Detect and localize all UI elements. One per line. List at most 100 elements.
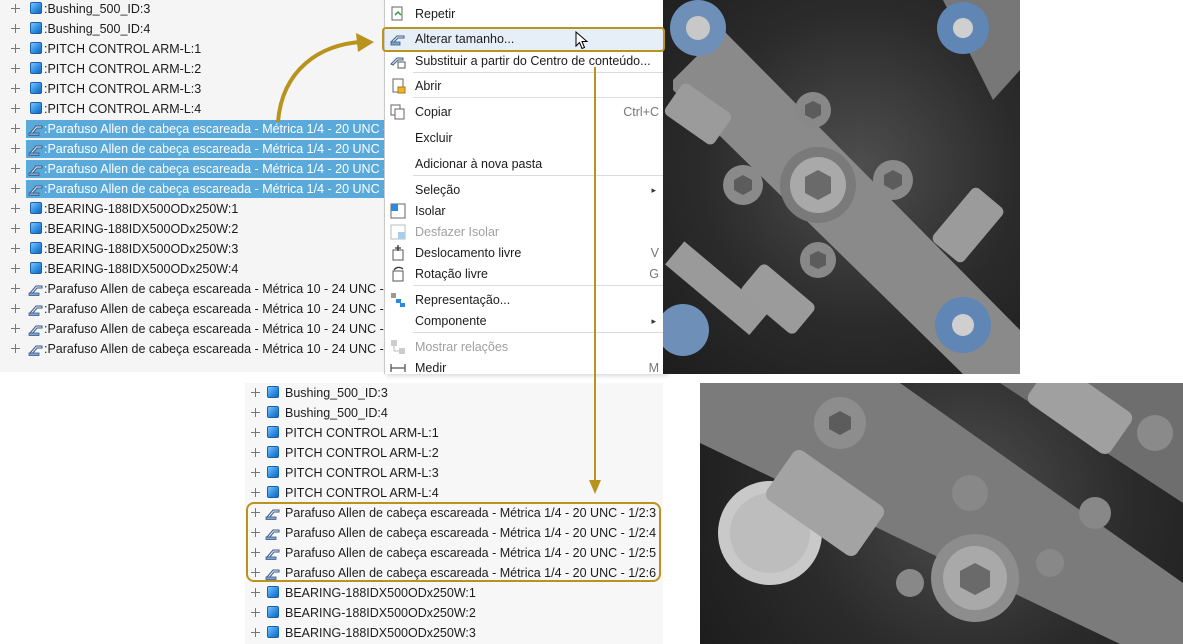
browser-row[interactable]: BEARING-188IDX500ODx250W:2 xyxy=(245,603,663,623)
browser-row[interactable]: :BEARING-188IDX500ODx250W:3 xyxy=(0,239,386,259)
menu-item-isolar[interactable]: Isolar xyxy=(385,200,665,222)
browser-row[interactable]: :Parafuso Allen de cabeça escareada - Mé… xyxy=(0,299,386,319)
expand-plus-icon[interactable] xyxy=(11,304,20,313)
browser-row[interactable]: Bushing_500_ID:3 xyxy=(245,383,663,403)
expand-plus-icon[interactable] xyxy=(251,608,260,617)
browser-row[interactable]: PITCH CONTROL ARM-L:4 xyxy=(245,483,663,503)
browser-row[interactable]: :PITCH CONTROL ARM-L:4 xyxy=(0,99,386,119)
browser-row[interactable]: :BEARING-188IDX500ODx250W:1 xyxy=(0,199,386,219)
bottom-3d-viewport[interactable] xyxy=(700,383,1183,644)
expand-plus-icon[interactable] xyxy=(11,204,20,213)
context-menu: Repetir Alterar tamanho... Substituir a pa… xyxy=(384,0,666,375)
menu-item-repetir[interactable]: Repetir xyxy=(385,3,665,25)
expand-plus-icon[interactable] xyxy=(251,628,260,637)
browser-row[interactable]: :Bushing_500_ID:4 xyxy=(0,19,386,39)
menu-item-medir[interactable]: Medir M xyxy=(385,357,665,379)
browser-row[interactable]: :Parafuso Allen de cabeça escareada - Mé… xyxy=(0,279,386,299)
expand-plus-icon[interactable] xyxy=(11,224,20,233)
expand-plus-icon[interactable] xyxy=(251,408,260,417)
part-icon xyxy=(30,222,42,234)
browser-row[interactable]: :Bushing_500_ID:3 xyxy=(0,0,386,19)
browser-row[interactable]: :Parafuso Allen de cabeça escareada - Mé… xyxy=(0,339,386,359)
browser-row[interactable]: :Parafuso Allen de cabeça escareada - Mé… xyxy=(0,139,386,159)
expand-plus-icon[interactable] xyxy=(251,488,260,497)
part-icon xyxy=(267,406,279,418)
expand-plus-icon[interactable] xyxy=(251,588,260,597)
browser-row-label: :Parafuso Allen de cabeça escareada - Mé… xyxy=(44,122,386,136)
undo-isolate-icon xyxy=(390,224,406,240)
browser-row-label: PITCH CONTROL ARM-L:2 xyxy=(285,446,439,460)
browser-row[interactable]: BEARING-188IDX500ODx250W:1 xyxy=(245,583,663,603)
browser-row-label: PITCH CONTROL ARM-L:4 xyxy=(285,486,439,500)
part-icon xyxy=(267,446,279,458)
browser-row[interactable]: PITCH CONTROL ARM-L:3 xyxy=(245,463,663,483)
browser-row[interactable]: PITCH CONTROL ARM-L:1 xyxy=(245,423,663,443)
resized-rows-highlight-frame xyxy=(246,502,661,582)
browser-row[interactable]: :Parafuso Allen de cabeça escareada - Mé… xyxy=(0,319,386,339)
part-icon xyxy=(30,42,42,54)
expand-plus-icon[interactable] xyxy=(11,344,20,353)
menu-item-excluir[interactable]: Excluir xyxy=(385,127,665,149)
browser-row[interactable]: :PITCH CONTROL ARM-L:3 xyxy=(0,79,386,99)
expand-plus-icon[interactable] xyxy=(11,164,20,173)
browser-row[interactable]: :Parafuso Allen de cabeça escareada - Mé… xyxy=(0,159,386,179)
menu-item-adicionar-a-nova-pasta[interactable]: Adicionar à nova pasta xyxy=(385,153,665,175)
expand-plus-icon[interactable] xyxy=(11,144,20,153)
menu-item-highlight-frame xyxy=(382,27,665,52)
part-icon xyxy=(267,586,279,598)
expand-plus-icon[interactable] xyxy=(251,448,260,457)
expand-plus-icon[interactable] xyxy=(11,44,20,53)
browser-row-label: :PITCH CONTROL ARM-L:3 xyxy=(44,82,202,96)
menu-item-componente[interactable]: Componente ▸ xyxy=(385,310,665,332)
expand-plus-icon[interactable] xyxy=(11,264,20,273)
browser-row[interactable]: BEARING-188IDX500ODx250W:3 xyxy=(245,623,663,643)
expand-plus-icon[interactable] xyxy=(11,244,20,253)
browser-row[interactable]: :BEARING-188IDX500ODx250W:4 xyxy=(0,259,386,279)
screw-head-2 xyxy=(952,475,988,511)
assembly-top-view-image xyxy=(663,0,1020,374)
expand-plus-icon[interactable] xyxy=(251,428,260,437)
top-3d-viewport[interactable] xyxy=(663,0,1020,374)
copy-icon xyxy=(390,104,406,120)
menu-item-representacao[interactable]: Representação... xyxy=(385,289,665,311)
browser-row[interactable]: PITCH CONTROL ARM-L:2 xyxy=(245,443,663,463)
expand-plus-icon[interactable] xyxy=(11,284,20,293)
menu-item-label: Deslocamento livre xyxy=(415,246,522,260)
expand-plus-icon[interactable] xyxy=(11,324,20,333)
browser-row[interactable]: :BEARING-188IDX500ODx250W:2 xyxy=(0,219,386,239)
bearing-top-left-inner xyxy=(686,16,710,40)
part-icon xyxy=(30,262,42,274)
browser-row-label: Bushing_500_ID:3 xyxy=(285,386,388,400)
expand-plus-icon[interactable] xyxy=(11,4,20,13)
menu-item-desfazer-isolar[interactable]: Desfazer Isolar xyxy=(385,221,665,243)
menu-item-substituir-a-partir-do-centro-de-conteudo[interactable]: Substituir a partir do Centro de conteúd… xyxy=(385,50,665,72)
browser-row[interactable]: :PITCH CONTROL ARM-L:1 xyxy=(0,39,386,59)
expand-plus-icon[interactable] xyxy=(11,64,20,73)
bearing-bottom-left xyxy=(663,304,709,356)
part-icon xyxy=(30,2,42,14)
submenu-arrow-icon: ▸ xyxy=(651,185,656,195)
browser-row[interactable]: :Parafuso Allen de cabeça escareada - Mé… xyxy=(0,119,386,139)
expand-plus-icon[interactable] xyxy=(11,184,20,193)
browser-row[interactable]: Bushing_500_ID:4 xyxy=(245,403,663,423)
free-rotate-icon xyxy=(390,266,406,282)
browser-row[interactable]: :PITCH CONTROL ARM-L:2 xyxy=(0,59,386,79)
menu-item-abrir[interactable]: Abrir xyxy=(385,75,665,97)
expand-plus-icon[interactable] xyxy=(251,468,260,477)
bearing-top-right-inner xyxy=(953,18,973,38)
expand-plus-icon[interactable] xyxy=(11,84,20,93)
menu-item-rotacao-livre[interactable]: Rotação livre G xyxy=(385,263,665,285)
menu-item-copiar[interactable]: Copiar Ctrl+C xyxy=(385,101,665,123)
menu-item-selecao[interactable]: Seleção ▸ xyxy=(385,179,665,201)
menu-item-deslocamento-livre[interactable]: Deslocamento livre V xyxy=(385,242,665,264)
expand-plus-icon[interactable] xyxy=(11,24,20,33)
replace-from-content-center-icon xyxy=(390,53,406,69)
expand-plus-icon[interactable] xyxy=(11,124,20,133)
expand-plus-icon[interactable] xyxy=(251,388,260,397)
browser-row-label: :BEARING-188IDX500ODx250W:3 xyxy=(44,242,239,256)
menu-item-shortcut: M xyxy=(648,361,659,375)
browser-row[interactable]: :Parafuso Allen de cabeça escareada - Mé… xyxy=(0,179,386,199)
menu-item-label: Desfazer Isolar xyxy=(415,225,500,239)
expand-plus-icon[interactable] xyxy=(11,104,20,113)
menu-item-mostrar-relacoes[interactable]: Mostrar relações xyxy=(385,336,665,358)
